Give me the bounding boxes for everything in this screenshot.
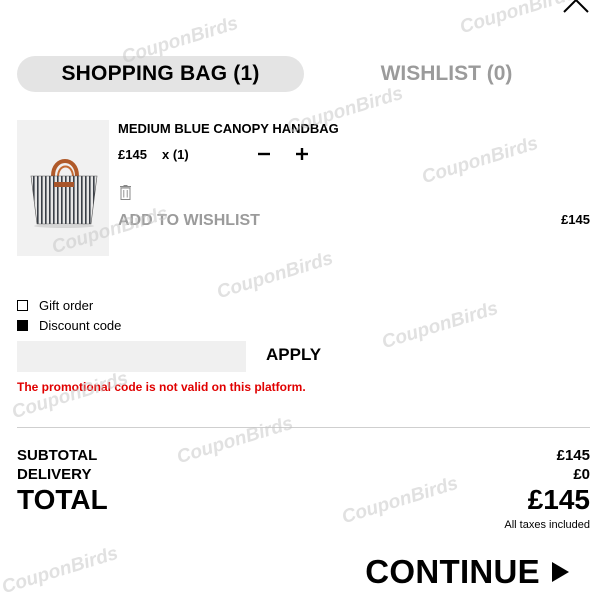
close-icon[interactable] bbox=[562, 0, 592, 14]
checkbox-checked[interactable] bbox=[17, 320, 28, 331]
decrease-quantity-button[interactable] bbox=[255, 144, 273, 164]
product-price: £145 bbox=[118, 147, 147, 162]
continue-button[interactable]: CONTINUE bbox=[365, 553, 570, 591]
tab-shopping-bag[interactable]: SHOPPING BAG (1) bbox=[17, 56, 304, 92]
taxes-note: All taxes included bbox=[504, 519, 590, 531]
product-image[interactable] bbox=[17, 120, 109, 256]
handbag-image bbox=[30, 159, 98, 228]
checkbox-unchecked[interactable] bbox=[17, 300, 28, 311]
discount-code-checkbox[interactable]: Discount code bbox=[17, 318, 121, 333]
delivery-value: £0 bbox=[573, 466, 590, 483]
watermark-logo: CouponBirds bbox=[419, 132, 541, 189]
plus-icon bbox=[296, 148, 308, 160]
line-total: £145 bbox=[561, 212, 590, 227]
add-to-wishlist-link[interactable]: ADD TO WISHLIST bbox=[118, 212, 260, 230]
subtotal-label: SUBTOTAL bbox=[17, 447, 98, 464]
trash-icon[interactable] bbox=[119, 185, 132, 200]
watermark-logo: CouponBirds bbox=[0, 542, 121, 599]
gift-order-checkbox[interactable]: Gift order bbox=[17, 298, 93, 313]
watermark-logo: CouponBirds bbox=[214, 247, 336, 304]
watermark-logo: CouponBirds bbox=[9, 367, 131, 424]
total-value: £145 bbox=[527, 484, 590, 515]
total-label: TOTAL bbox=[17, 484, 108, 515]
gift-order-label: Gift order bbox=[39, 298, 94, 313]
watermark-logo: CouponBirds bbox=[174, 412, 296, 469]
product-quantity: x (1) bbox=[162, 147, 189, 162]
watermark-logo: CouponBirds bbox=[339, 472, 461, 529]
minus-icon bbox=[258, 152, 270, 156]
promo-error-message: The promotional code is not valid on thi… bbox=[17, 380, 306, 394]
tab-wishlist[interactable]: WISHLIST (0) bbox=[344, 56, 549, 92]
discount-code-label: Discount code bbox=[39, 318, 122, 333]
subtotal-value: £145 bbox=[556, 447, 590, 464]
delivery-label: DELIVERY bbox=[17, 466, 92, 483]
discount-code-input[interactable] bbox=[17, 341, 246, 372]
divider bbox=[17, 427, 590, 428]
shopping-bag-panel: { "tabs": { "bag_label": "SHOPPING BAG (… bbox=[0, 0, 608, 615]
increase-quantity-button[interactable] bbox=[293, 144, 311, 164]
apply-button[interactable]: APPLY bbox=[266, 345, 321, 365]
watermark-logo: CouponBirds bbox=[457, 0, 579, 39]
continue-label: CONTINUE bbox=[365, 553, 540, 590]
watermark-logo: CouponBirds bbox=[379, 297, 501, 354]
product-name[interactable]: MEDIUM BLUE CANOPY HANDBAG bbox=[118, 121, 339, 136]
play-icon bbox=[552, 562, 569, 582]
